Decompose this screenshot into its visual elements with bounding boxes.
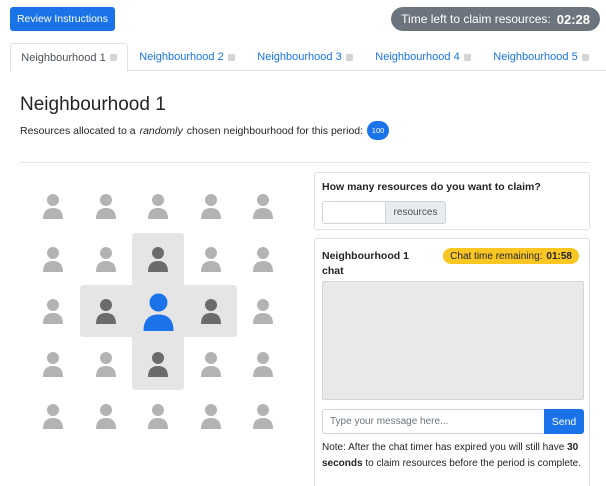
- tab-neighbourhood-2[interactable]: Neighbourhood 2: [128, 43, 246, 71]
- chat-panel: Neighbourhood 1 chat Chat time remaining…: [314, 238, 590, 486]
- chat-timer-label: Chat time remaining:: [450, 250, 543, 262]
- subtitle-text-after: chosen neighbourhood for this period:: [186, 124, 364, 137]
- tab-label: Neighbourhood 5: [493, 51, 578, 63]
- chat-title: Neighbourhood 1 chat: [322, 250, 409, 277]
- person-icon: [80, 338, 132, 390]
- tab-neighbourhood-3[interactable]: Neighbourhood 3: [246, 43, 364, 71]
- person-icon: [237, 180, 289, 232]
- note-text-before: Note: After the chat timer has expired y…: [322, 442, 565, 453]
- neighbour-person-icon: [185, 285, 237, 337]
- claim-question: How many resources do you want to claim?: [322, 181, 541, 193]
- tab-neighbourhood-4[interactable]: Neighbourhood 4: [364, 43, 482, 71]
- page-title: Neighbourhood 1: [20, 94, 166, 115]
- person-icon: [132, 390, 184, 442]
- person-icon: [237, 338, 289, 390]
- resources-badge: 100: [367, 121, 390, 140]
- person-icon: [185, 233, 237, 285]
- subtitle-text-before: Resources allocated to a: [20, 124, 136, 137]
- neighbour-person-icon: [132, 338, 184, 390]
- person-icon: [237, 233, 289, 285]
- person-icon: [27, 233, 79, 285]
- claim-panel: How many resources do you want to claim?…: [314, 172, 590, 230]
- claim-unit-addon: resources: [385, 201, 446, 224]
- person-icon: [80, 180, 132, 232]
- chat-timer-value: 01:58: [546, 250, 572, 262]
- person-icon: [27, 285, 79, 337]
- person-icon: [237, 390, 289, 442]
- neighbour-person-icon: [132, 233, 184, 285]
- person-icon: [27, 338, 79, 390]
- claim-timer-label: Time left to claim resources:: [401, 12, 551, 26]
- square-icon: [345, 53, 353, 61]
- square-icon: [109, 54, 117, 61]
- person-icon: [185, 390, 237, 442]
- divider: [20, 162, 590, 163]
- person-icon: [185, 338, 237, 390]
- subtitle-emphasis: randomly: [139, 124, 183, 137]
- person-icon: [80, 233, 132, 285]
- person-icon: [185, 180, 237, 232]
- chat-note: Note: After the chat timer has expired y…: [322, 440, 584, 472]
- self-person-icon: [132, 285, 184, 337]
- claim-amount-input[interactable]: [322, 201, 385, 224]
- claim-timer-value: 02:28: [556, 11, 590, 27]
- tab-label: Neighbourhood 2: [139, 51, 224, 63]
- person-icon: [237, 285, 289, 337]
- person-icon: [27, 180, 79, 232]
- neighbourhood-tabs: Neighbourhood 1 Neighbourhood 2 Neighbou…: [10, 43, 606, 72]
- square-icon: [463, 53, 471, 61]
- chat-messages-area[interactable]: [322, 281, 584, 400]
- person-icon: [27, 390, 79, 442]
- claim-timer-badge: Time left to claim resources: 02:28: [391, 7, 600, 31]
- chat-message-input[interactable]: [322, 409, 544, 434]
- send-button[interactable]: Send: [544, 409, 584, 434]
- tab-neighbourhood-5[interactable]: Neighbourhood 5: [482, 43, 600, 71]
- tab-label: Neighbourhood 4: [375, 51, 460, 63]
- review-instructions-button[interactable]: Review Instructions: [10, 7, 115, 31]
- square-icon: [581, 53, 589, 61]
- allocation-description: Resources allocated to a randomly chosen…: [20, 121, 390, 140]
- neighbour-person-icon: [80, 285, 132, 337]
- person-icon: [80, 390, 132, 442]
- square-icon: [227, 53, 235, 61]
- neighbourhood-grid: [27, 180, 289, 445]
- person-icon: [132, 180, 184, 232]
- tab-neighbourhood-1[interactable]: Neighbourhood 1: [10, 43, 128, 72]
- tab-label: Neighbourhood 3: [257, 51, 342, 63]
- note-text-after: to claim resources before the period is …: [365, 458, 582, 469]
- chat-timer-badge: Chat time remaining: 01:58: [443, 248, 579, 264]
- tab-label: Neighbourhood 1: [21, 51, 106, 64]
